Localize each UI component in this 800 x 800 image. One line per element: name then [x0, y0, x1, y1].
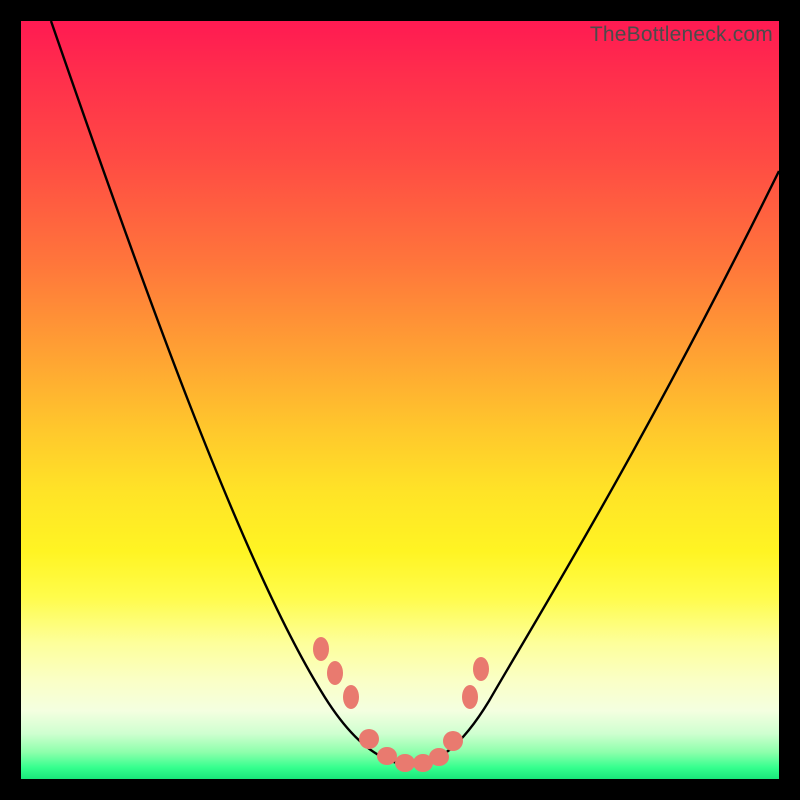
marker-dot	[327, 661, 343, 685]
marker-dot	[359, 729, 379, 749]
gradient-plot-area: TheBottleneck.com	[21, 21, 779, 779]
chart-frame: TheBottleneck.com	[0, 0, 800, 800]
marker-dot	[313, 637, 329, 661]
marker-dot	[343, 685, 359, 709]
marker-dot	[429, 748, 449, 766]
marker-dot	[473, 657, 489, 681]
marker-dot	[462, 685, 478, 709]
marker-dot	[443, 731, 463, 751]
marker-group	[313, 637, 489, 772]
curve-layer	[21, 21, 779, 779]
marker-dot	[377, 747, 397, 765]
marker-dot	[395, 754, 415, 772]
bottleneck-curve	[51, 21, 779, 765]
